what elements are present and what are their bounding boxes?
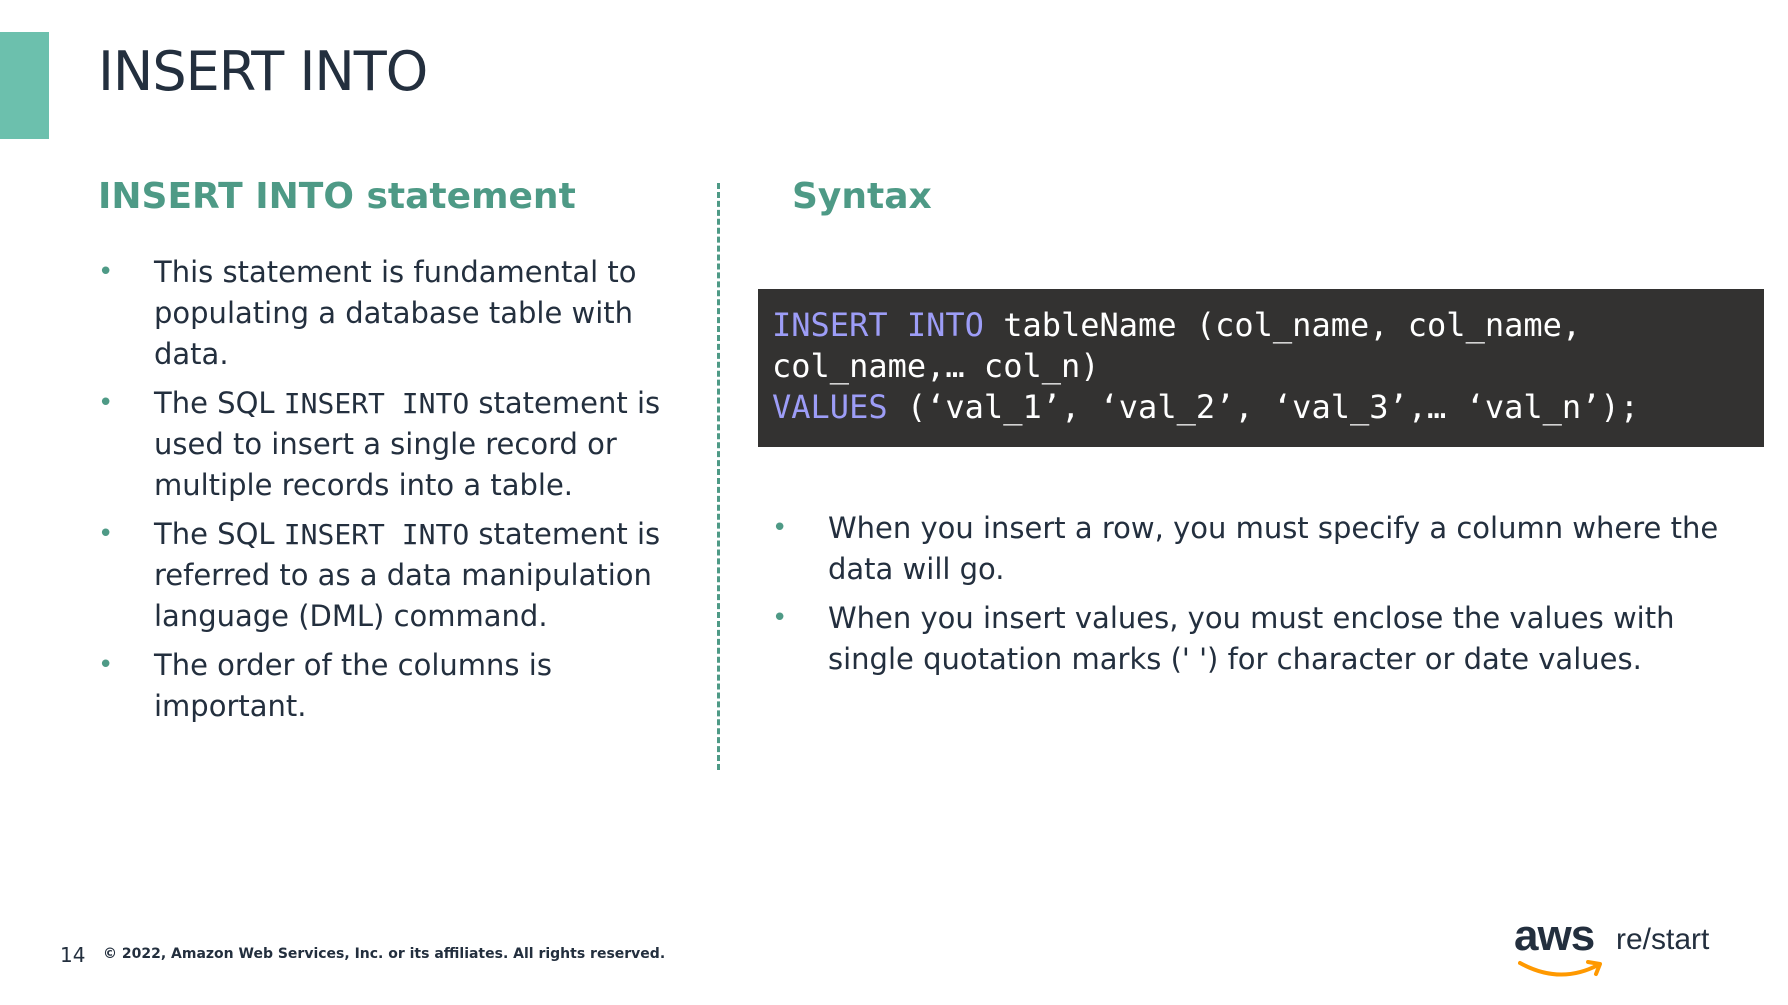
list-item: The SQL INSERT INTO statement is used to… [98,383,698,506]
inline-code: INSERT INTO [283,518,470,551]
inline-code: INSERT INTO [283,387,470,420]
syntax-code-block: INSERT INTO tableName (col_name, col_nam… [758,289,1764,447]
column-divider [717,183,720,770]
list-item: When you insert values, you must enclose… [772,598,1732,680]
left-bullet-list: This statement is fundamental to populat… [98,252,698,735]
right-column-heading: Syntax [792,176,932,217]
copyright-text: © 2022, Amazon Web Services, Inc. or its… [103,946,666,962]
page-number: 14 [60,943,86,967]
code-keyword: VALUES [772,388,888,426]
aws-logo-text: aws [1514,911,1595,960]
right-bullet-list: When you insert a row, you must specify … [772,508,1732,688]
list-item: The SQL INSERT INTO statement is referre… [98,514,698,637]
code-keyword: INSERT INTO [772,306,984,344]
restart-logo-text: re/start [1616,923,1710,956]
list-item: The order of the columns is important. [98,645,698,727]
list-item: When you insert a row, you must specify … [772,508,1732,590]
slide-title: INSERT INTO [98,40,428,103]
list-item: This statement is fundamental to populat… [98,252,698,375]
left-column-heading: INSERT INTO statement [98,176,576,217]
aws-restart-logo: aws re/start [1514,911,1709,977]
accent-bar [0,32,49,139]
aws-smile-icon [1518,960,1602,977]
